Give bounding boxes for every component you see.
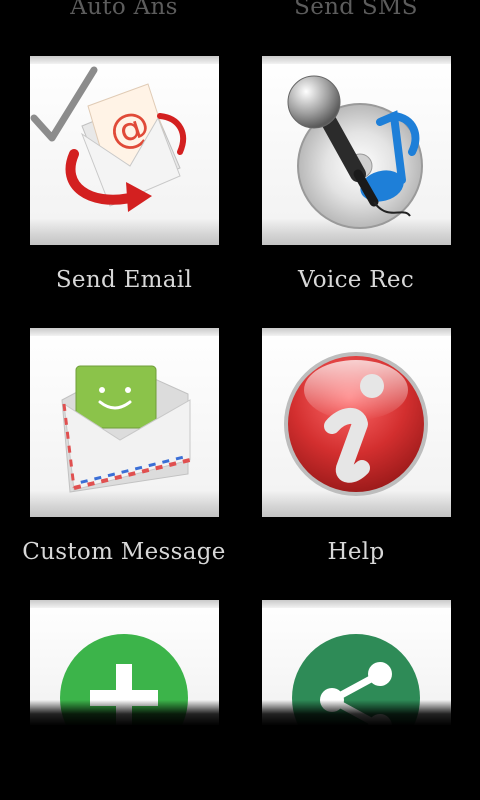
tile-label-send-email: Send Email <box>55 267 193 293</box>
label-auto-ans: Auto Ans <box>70 0 178 20</box>
label-send-sms: Send SMS <box>294 0 418 20</box>
tile-label-custom-message: Custom Message <box>22 539 226 565</box>
bottom-fade <box>0 700 480 800</box>
send-email-button[interactable]: @ <box>30 56 219 245</box>
info-icon <box>284 352 428 496</box>
email-envelope-icon: @ <box>30 66 187 212</box>
microphone-music-icon <box>287 75 423 229</box>
sms-envelope-icon <box>61 365 191 493</box>
tile-label-voice-rec: Voice Rec <box>297 267 414 293</box>
help-button[interactable] <box>262 328 451 517</box>
tile-label-help: Help <box>327 539 385 565</box>
custom-message-button[interactable] <box>30 328 219 517</box>
voice-rec-button[interactable] <box>262 56 451 245</box>
